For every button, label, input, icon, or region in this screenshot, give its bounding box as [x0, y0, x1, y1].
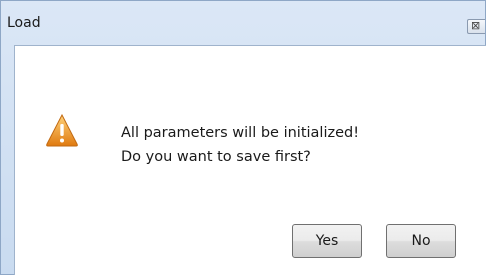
close-button[interactable]: ⊠: [467, 19, 485, 34]
message-line-2: Do you want to save first?: [121, 149, 311, 165]
close-icon: ⊠: [471, 19, 481, 32]
message-text: All parameters will be initialized! Do y…: [121, 121, 359, 169]
window-title: Load: [7, 15, 41, 31]
dialog-content: All parameters will be initialized! Do y…: [14, 45, 486, 275]
title-bar[interactable]: Load ⊠: [1, 1, 485, 45]
warning-icon: [46, 113, 78, 147]
no-button[interactable]: No: [386, 224, 456, 258]
yes-button[interactable]: Yes: [292, 224, 362, 258]
message-line-1: All parameters will be initialized!: [121, 125, 360, 141]
dialog-window: Load ⊠ All parameters will be initialize…: [0, 0, 486, 275]
